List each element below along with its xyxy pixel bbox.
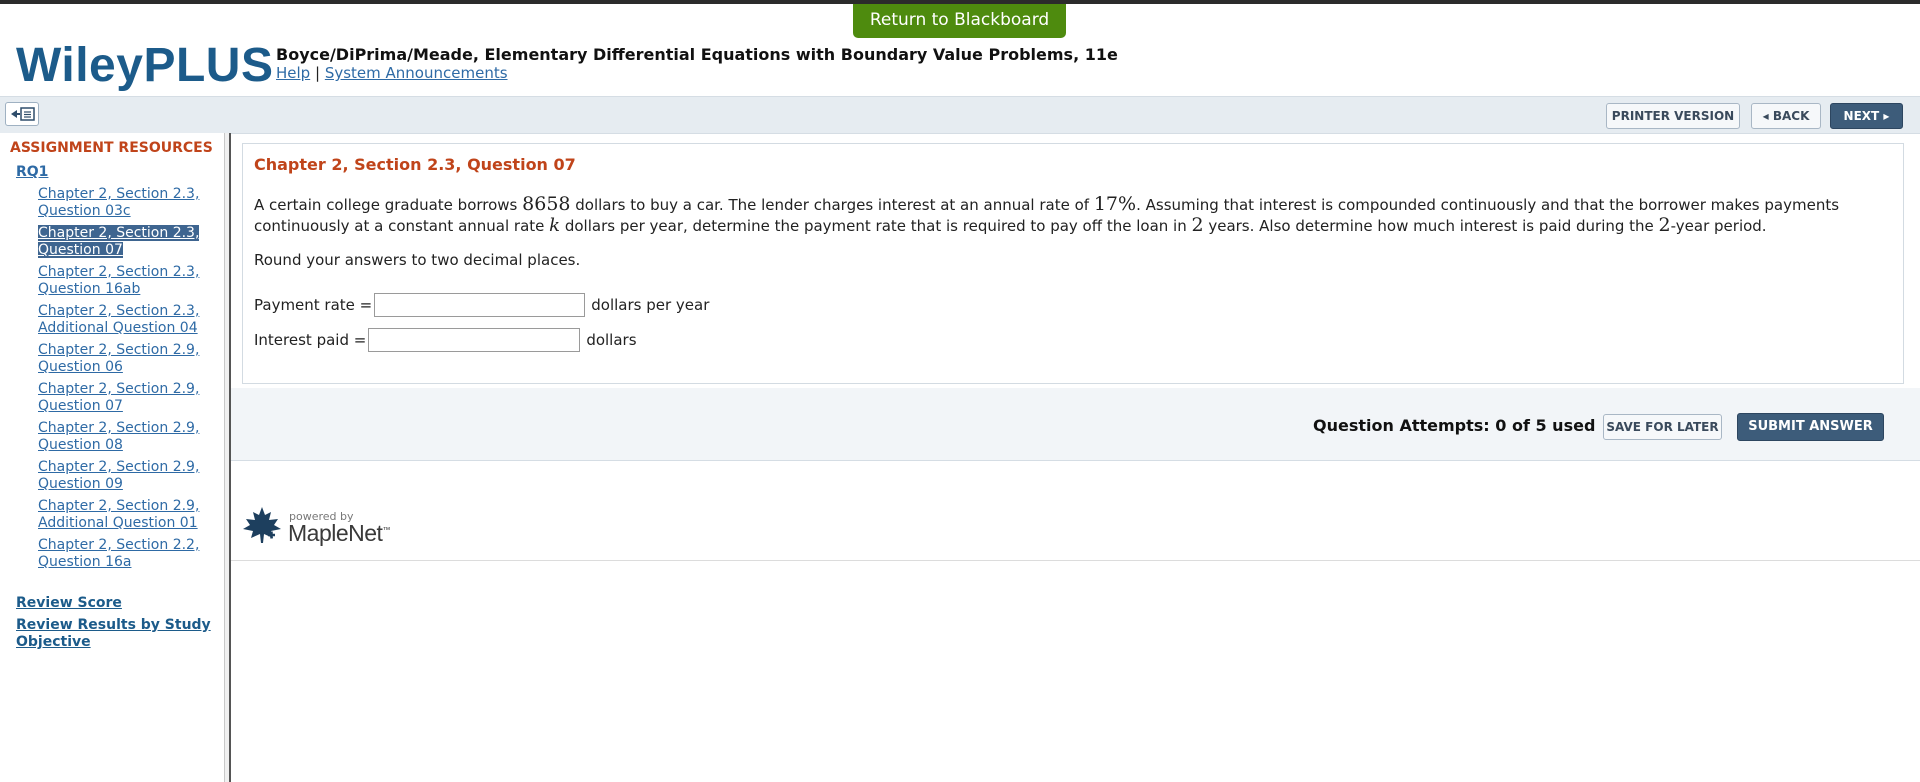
sidebar-item-s22-q16a[interactable]: Chapter 2, Section 2.2, Question 16a — [38, 537, 214, 576]
sidebar-group-rq1[interactable]: RQ1 — [16, 164, 48, 180]
question-list: Chapter 2, Section 2.3, Question 03c Chap… — [38, 186, 214, 576]
toolbar: PRINTER VERSION ◂ BACK NEXT ▸ — [0, 96, 1920, 134]
help-link[interactable]: Help — [276, 64, 310, 82]
return-to-blackboard-button[interactable]: Return to Blackboard — [853, 4, 1066, 38]
question-attempts-text: Question Attempts: 0 of 5 used — [1313, 416, 1596, 435]
book-title: Boyce/DiPrima/Meade, Elementary Differen… — [276, 45, 1118, 64]
rounding-instruction: Round your answers to two decimal places… — [254, 251, 581, 269]
interest-paid-unit: dollars — [586, 331, 637, 349]
sidebar-item-aq04[interactable]: Chapter 2, Section 2.3, Additional Questi… — [38, 303, 214, 342]
sidebar-item-s29-q06[interactable]: Chapter 2, Section 2.9, Question 06 — [38, 342, 214, 381]
maplenet-brand: MapleNet™ — [288, 520, 390, 546]
sidebar-item-s29-q07[interactable]: Chapter 2, Section 2.9, Question 07 — [38, 381, 214, 420]
payment-rate-unit: dollars per year — [591, 296, 710, 314]
chevron-right-icon: ▸ — [1883, 109, 1890, 123]
collapse-sidebar-button[interactable] — [5, 102, 39, 126]
question-title: Chapter 2, Section 2.3, Question 07 — [254, 155, 576, 174]
link-separator: | — [314, 64, 321, 82]
review-results-link[interactable]: Review Results by Study Objective — [16, 617, 216, 651]
sidebar-item-s29-q09[interactable]: Chapter 2, Section 2.9, Question 09 — [38, 459, 214, 498]
assignment-resources-heading: ASSIGNMENT RESOURCES — [10, 140, 213, 156]
question-text: A certain college graduate borrows 8658 … — [254, 193, 1840, 236]
back-button[interactable]: ◂ BACK — [1751, 103, 1821, 129]
sidebar-item-q03c[interactable]: Chapter 2, Section 2.3, Question 03c — [38, 186, 214, 225]
sidebar-resize-handle[interactable] — [224, 133, 231, 782]
header-links: Help | System Announcements — [276, 64, 508, 82]
payment-rate-row: Payment rate = dollars per year — [254, 293, 709, 317]
chevron-left-icon: ◂ — [1762, 109, 1769, 123]
system-announcements-link[interactable]: System Announcements — [325, 64, 508, 82]
sidebar-item-s29-q08[interactable]: Chapter 2, Section 2.9, Question 08 — [38, 420, 214, 459]
submit-answer-button[interactable]: SUBMIT ANSWER — [1737, 413, 1884, 441]
next-button[interactable]: NEXT ▸ — [1830, 103, 1903, 129]
wileyplus-logo: WileyPLUS — [16, 39, 274, 92]
collapse-sidebar-icon — [11, 107, 35, 121]
sidebar-item-q16ab[interactable]: Chapter 2, Section 2.3, Question 16ab — [38, 264, 214, 303]
sidebar-item-q07-active[interactable]: Chapter 2, Section 2.3, Question 07 — [38, 225, 214, 264]
interest-paid-input[interactable] — [368, 328, 581, 352]
interest-paid-label: Interest paid = — [254, 331, 367, 349]
printer-version-button[interactable]: PRINTER VERSION — [1606, 103, 1740, 129]
save-for-later-button[interactable]: SAVE FOR LATER — [1603, 414, 1722, 440]
footer-divider — [231, 560, 1920, 561]
next-label: NEXT — [1843, 109, 1880, 123]
interest-paid-row: Interest paid = dollars — [254, 328, 637, 352]
payment-rate-input[interactable] — [374, 293, 586, 317]
back-label: BACK — [1772, 109, 1810, 123]
sidebar-item-s29-aq01[interactable]: Chapter 2, Section 2.9, Additional Questi… — [38, 498, 214, 537]
payment-rate-label: Payment rate = — [254, 296, 373, 314]
maple-leaf-icon — [243, 507, 281, 543]
review-score-link[interactable]: Review Score — [16, 595, 216, 612]
